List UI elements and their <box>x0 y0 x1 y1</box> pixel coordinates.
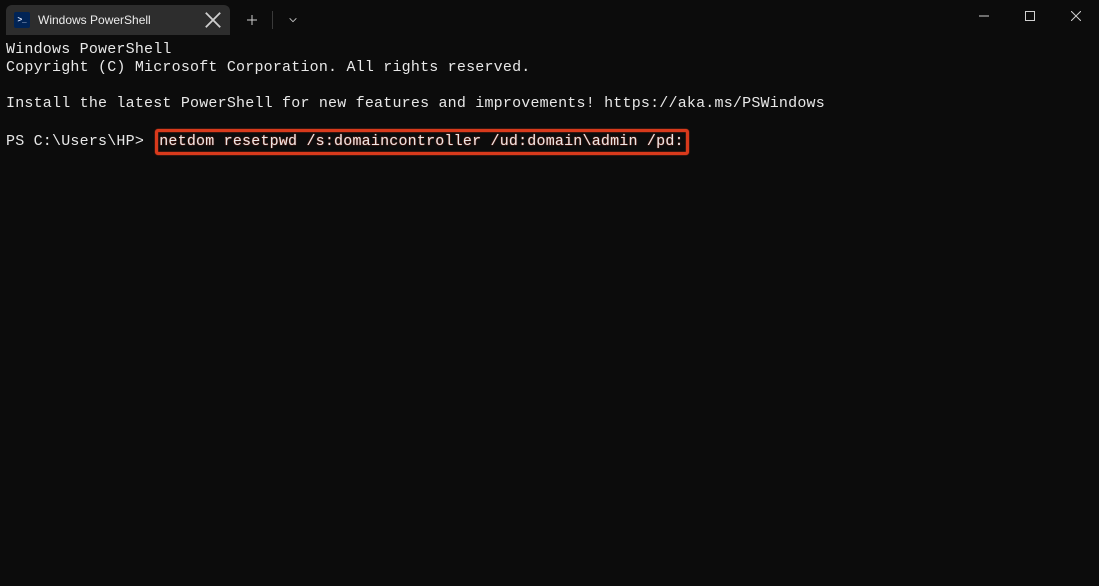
close-tab-button[interactable] <box>204 11 222 29</box>
tab-powershell[interactable]: Windows PowerShell <box>6 5 230 35</box>
terminal-output[interactable]: Windows PowerShell Copyright (C) Microso… <box>0 35 1099 159</box>
tabstrip-actions <box>238 5 307 35</box>
maximize-button[interactable] <box>1007 0 1053 32</box>
terminal-line: Copyright (C) Microsoft Corporation. All… <box>6 59 530 76</box>
chevron-down-icon <box>288 15 298 25</box>
window-controls <box>961 0 1099 32</box>
minimize-button[interactable] <box>961 0 1007 32</box>
minimize-icon <box>979 11 989 21</box>
tab-dropdown-button[interactable] <box>279 6 307 34</box>
terminal-prompt: PS C:\Users\HP> <box>6 133 144 150</box>
tabstrip-divider <box>272 11 273 29</box>
powershell-icon <box>14 12 30 28</box>
plus-icon <box>246 14 258 26</box>
tab-title: Windows PowerShell <box>38 13 204 27</box>
new-tab-button[interactable] <box>238 6 266 34</box>
close-icon <box>204 11 222 29</box>
close-icon <box>1071 11 1081 21</box>
terminal-line: Install the latest PowerShell for new fe… <box>6 95 825 112</box>
terminal-line: Windows PowerShell <box>6 41 172 58</box>
titlebar: Windows PowerShell <box>0 0 1099 35</box>
command-highlight: netdom resetpwd /s:domaincontroller /ud:… <box>155 129 688 155</box>
close-window-button[interactable] <box>1053 0 1099 32</box>
terminal-command: netdom resetpwd /s:domaincontroller /ud:… <box>159 133 683 150</box>
maximize-icon <box>1025 11 1035 21</box>
